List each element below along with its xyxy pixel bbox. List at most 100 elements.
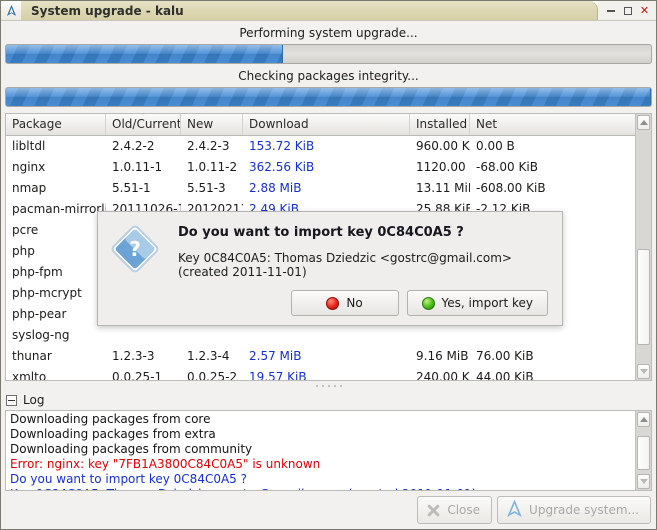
footer-bar: Close Upgrade system...: [1, 491, 656, 529]
dialog-no-button[interactable]: No: [290, 290, 399, 316]
column-header-old-current[interactable]: Old/Current: [106, 114, 181, 136]
maximize-icon[interactable]: [622, 5, 633, 16]
table-cell-package: xmlto: [12, 370, 47, 381]
log-scroll-track[interactable]: [636, 428, 651, 473]
log-line: Downloading packages from extra: [10, 427, 216, 442]
red-led-icon: [326, 296, 340, 310]
table-cell-old: 1.2.3-3: [112, 349, 155, 364]
table-cell-package: syslog-ng: [12, 328, 70, 343]
table-cell-net: [470, 325, 635, 346]
table-scroll-thumb[interactable]: [637, 249, 650, 346]
table-cell-net: -68.00 KiB: [476, 160, 538, 175]
table-cell-package: php-mcrypt: [12, 286, 82, 301]
table-cell-package: php-fpm: [12, 265, 63, 280]
table-cell-download: 2.57 MiB: [249, 349, 302, 364]
bottom-progress-bar: [5, 87, 652, 108]
table-cell-net: -608.00 KiB: [476, 181, 546, 196]
arch-logo-icon: [1, 1, 21, 20]
dialog-buttons: No Yes, import key: [110, 290, 548, 316]
table-cell-download: 362.56 KiB: [249, 160, 315, 175]
log-expander[interactable]: Log: [1, 390, 656, 411]
table-cell-installed: 9.16 MiB: [416, 349, 469, 364]
table-cell-package: nginx: [12, 160, 46, 175]
table-scroll-track[interactable]: [636, 131, 651, 363]
table-cell-package: pacman-mirrorlist: [12, 202, 106, 217]
column-header-new[interactable]: New: [181, 114, 243, 136]
table-cell-net: 76.00 KiB: [476, 349, 534, 364]
table-cell-installed: 1120.00 KiB: [416, 160, 470, 175]
window-title: System upgrade - kalu: [31, 3, 184, 18]
bottom-progress-fill: [6, 88, 651, 107]
arch-upgrade-icon: [506, 499, 523, 520]
table-row[interactable]: thunar 1.2.3-3 1.2.3-4 2.57 MiB 9.16 MiB 76.0…: [6, 346, 635, 367]
column-header-net[interactable]: Net: [470, 114, 635, 135]
dialog-yes-label: Yes, import key: [441, 296, 533, 310]
log-line: Key 0C84C0A5: Thomas Dziedzic <gostrc@gm…: [10, 487, 631, 490]
table-cell-package: thunar: [12, 349, 52, 364]
minimize-icon[interactable]: [605, 5, 616, 16]
log-view[interactable]: Downloading packages from core Downloadin…: [5, 410, 652, 491]
column-header-package[interactable]: Package: [6, 114, 106, 136]
log-scroll-up-icon[interactable]: [637, 412, 650, 428]
table-row[interactable]: xmlto 0.0.25-1 0.0.25-2 19.57 KiB 240.00 KiB…: [6, 367, 635, 380]
log-scroll-down-icon[interactable]: [637, 474, 650, 489]
table-cell-new: 1.0.11-2: [187, 160, 238, 175]
table-cell-package: libltdl: [12, 139, 46, 154]
dialog-title: Do you want to import key 0C84C0A5 ?: [178, 225, 464, 240]
table-cell-download: 19.57 KiB: [249, 370, 307, 381]
table-row[interactable]: libltdl 2.4.2-2 2.4.2-3 153.72 KiB 960.00 Ki…: [6, 136, 635, 157]
pane-splitter[interactable]: [1, 381, 656, 391]
table-cell-new: 1.2.3-4: [187, 349, 230, 364]
top-progress-fill: [6, 45, 284, 64]
collapse-icon[interactable]: [6, 394, 17, 406]
table-cell-download: 153.72 KiB: [249, 139, 315, 154]
table-header-row: Package Old/Current New Download Install…: [6, 114, 635, 137]
log-line: Do you want to import key 0C84C0A5 ?: [10, 472, 247, 487]
column-header-download[interactable]: Download: [243, 114, 410, 136]
table-cell-old: 1.0.11-1: [112, 160, 163, 175]
dialog-yes-button[interactable]: Yes, import key: [406, 290, 548, 316]
log-body: Downloading packages from core Downloadin…: [6, 411, 635, 490]
log-line: Downloading packages from core: [10, 412, 211, 427]
close-button[interactable]: Close: [417, 496, 493, 524]
table-cell-download: 2.88 MiB: [249, 181, 302, 196]
table-cell-old: 2.4.2-2: [112, 139, 155, 154]
table-scrollbar[interactable]: [635, 114, 651, 381]
table-cell-new: [181, 325, 243, 346]
log-expander-label: Log: [23, 393, 45, 408]
svg-text:?: ?: [129, 237, 141, 261]
dialog-top: ? Do you want to import key 0C84C0A5 ? K…: [110, 222, 548, 279]
table-cell-installed: 13.11 MiB: [416, 181, 470, 196]
table-row[interactable]: nmap 5.51-1 5.51-3 2.88 MiB 13.11 MiB -608.00…: [6, 178, 635, 199]
scroll-down-icon[interactable]: [637, 364, 650, 380]
log-scrollbar[interactable]: [635, 411, 651, 490]
table-row[interactable]: syslog-ng: [6, 325, 635, 346]
table-cell-installed: 240.00 KiB: [416, 370, 470, 381]
green-led-icon: [421, 296, 435, 310]
bottom-progress-label: Checking packages integrity...: [238, 69, 419, 84]
window-controls: ✕: [598, 1, 656, 20]
title-bar[interactable]: System upgrade - kalu ✕: [1, 1, 656, 21]
question-icon: ?: [110, 222, 162, 277]
table-cell-installed: 960.00 KiB: [416, 139, 470, 154]
upgrade-system-button-label: Upgrade system...: [529, 503, 639, 517]
dialog-texts: Do you want to import key 0C84C0A5 ? Key…: [178, 222, 548, 279]
table-cell-installed: [410, 325, 470, 346]
table-cell-new: 2.4.2-3: [187, 139, 230, 154]
table-cell-old: 5.51-1: [112, 181, 151, 196]
table-cell-old: [106, 325, 181, 346]
scroll-up-icon[interactable]: [637, 115, 650, 131]
top-progress-bar: [5, 44, 652, 65]
app-window: System upgrade - kalu ✕ Performing syste…: [0, 0, 657, 530]
dialog-body: Key 0C84C0A5: Thomas Dziedzic <gostrc@gm…: [178, 251, 512, 279]
window-title-tab: System upgrade - kalu: [21, 1, 598, 20]
table-cell-package: nmap: [12, 181, 47, 196]
upgrade-system-button[interactable]: Upgrade system...: [497, 496, 651, 524]
table-row[interactable]: nginx 1.0.11-1 1.0.11-2 362.56 KiB 1120.00 K…: [6, 157, 635, 178]
close-icon[interactable]: ✕: [639, 5, 650, 16]
table-cell-package: php: [12, 244, 35, 259]
log-scroll-thumb[interactable]: [637, 436, 650, 471]
column-header-installed[interactable]: Installed: [410, 114, 470, 136]
top-progress-label: Performing system upgrade...: [239, 26, 418, 40]
table-cell-new: 0.0.25-2: [187, 370, 238, 381]
